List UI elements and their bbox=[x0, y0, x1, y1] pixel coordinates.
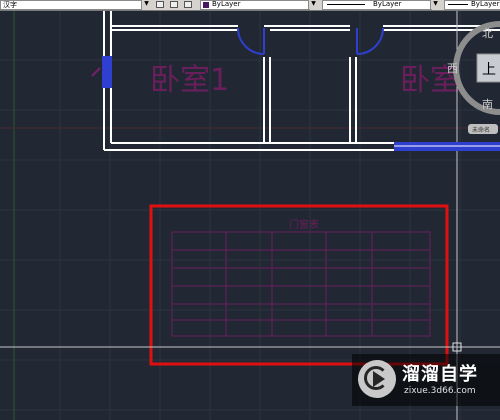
layer-lock-icon[interactable] bbox=[184, 1, 192, 8]
watermark-play-logo-icon bbox=[358, 360, 396, 398]
viewcube[interactable]: 上 北 西 南 未命名 bbox=[447, 21, 500, 134]
dimension-tick bbox=[91, 67, 101, 77]
layer-previous-icon[interactable] bbox=[170, 1, 178, 8]
color-swatch-icon bbox=[203, 2, 209, 8]
room-label-group: 卧室1 卧室 bbox=[91, 63, 460, 98]
viewcube-south-label[interactable]: 南 bbox=[482, 98, 493, 111]
layer-states-icon[interactable] bbox=[156, 1, 164, 8]
watermark: 溜溜自学 zixue.3d66.com bbox=[352, 354, 500, 406]
watermark-url: zixue.3d66.com bbox=[404, 386, 476, 396]
linetype-dropdown[interactable]: ByLayer bbox=[322, 0, 432, 10]
linetype-sample-icon bbox=[327, 4, 365, 5]
text-style-chevron-down-icon[interactable]: ▼ bbox=[141, 0, 151, 9]
wcs-badge-label: 未命名 bbox=[472, 126, 490, 134]
door-window-table bbox=[171, 231, 431, 337]
linetype-chevron-down-icon[interactable]: ▼ bbox=[430, 0, 440, 9]
viewcube-west-label[interactable]: 西 bbox=[447, 62, 458, 75]
watermark-title: 溜溜自学 bbox=[402, 364, 478, 385]
room-label-1: 卧室1 bbox=[150, 63, 229, 98]
table-title: 门窗表 bbox=[289, 218, 319, 231]
linetype-value: ByLayer bbox=[373, 0, 402, 8]
lineweight-value: ByLayer bbox=[471, 0, 500, 8]
text-style-value: 汉字 bbox=[3, 1, 17, 9]
lineweight-sample-icon bbox=[448, 4, 468, 5]
properties-toolbar: 汉字 ▼ ByLayer ▼ ByLayer ▼ ByLayer bbox=[0, 0, 500, 11]
window-left bbox=[102, 56, 112, 88]
text-style-dropdown[interactable]: 汉字 bbox=[0, 0, 142, 10]
color-chevron-down-icon[interactable]: ▼ bbox=[308, 0, 318, 9]
lineweight-dropdown[interactable]: ByLayer bbox=[444, 0, 500, 10]
color-value: ByLayer bbox=[212, 0, 241, 8]
viewcube-north-label[interactable]: 北 bbox=[482, 27, 493, 40]
color-dropdown[interactable]: ByLayer bbox=[200, 0, 310, 10]
viewcube-top-label: 上 bbox=[482, 62, 496, 78]
